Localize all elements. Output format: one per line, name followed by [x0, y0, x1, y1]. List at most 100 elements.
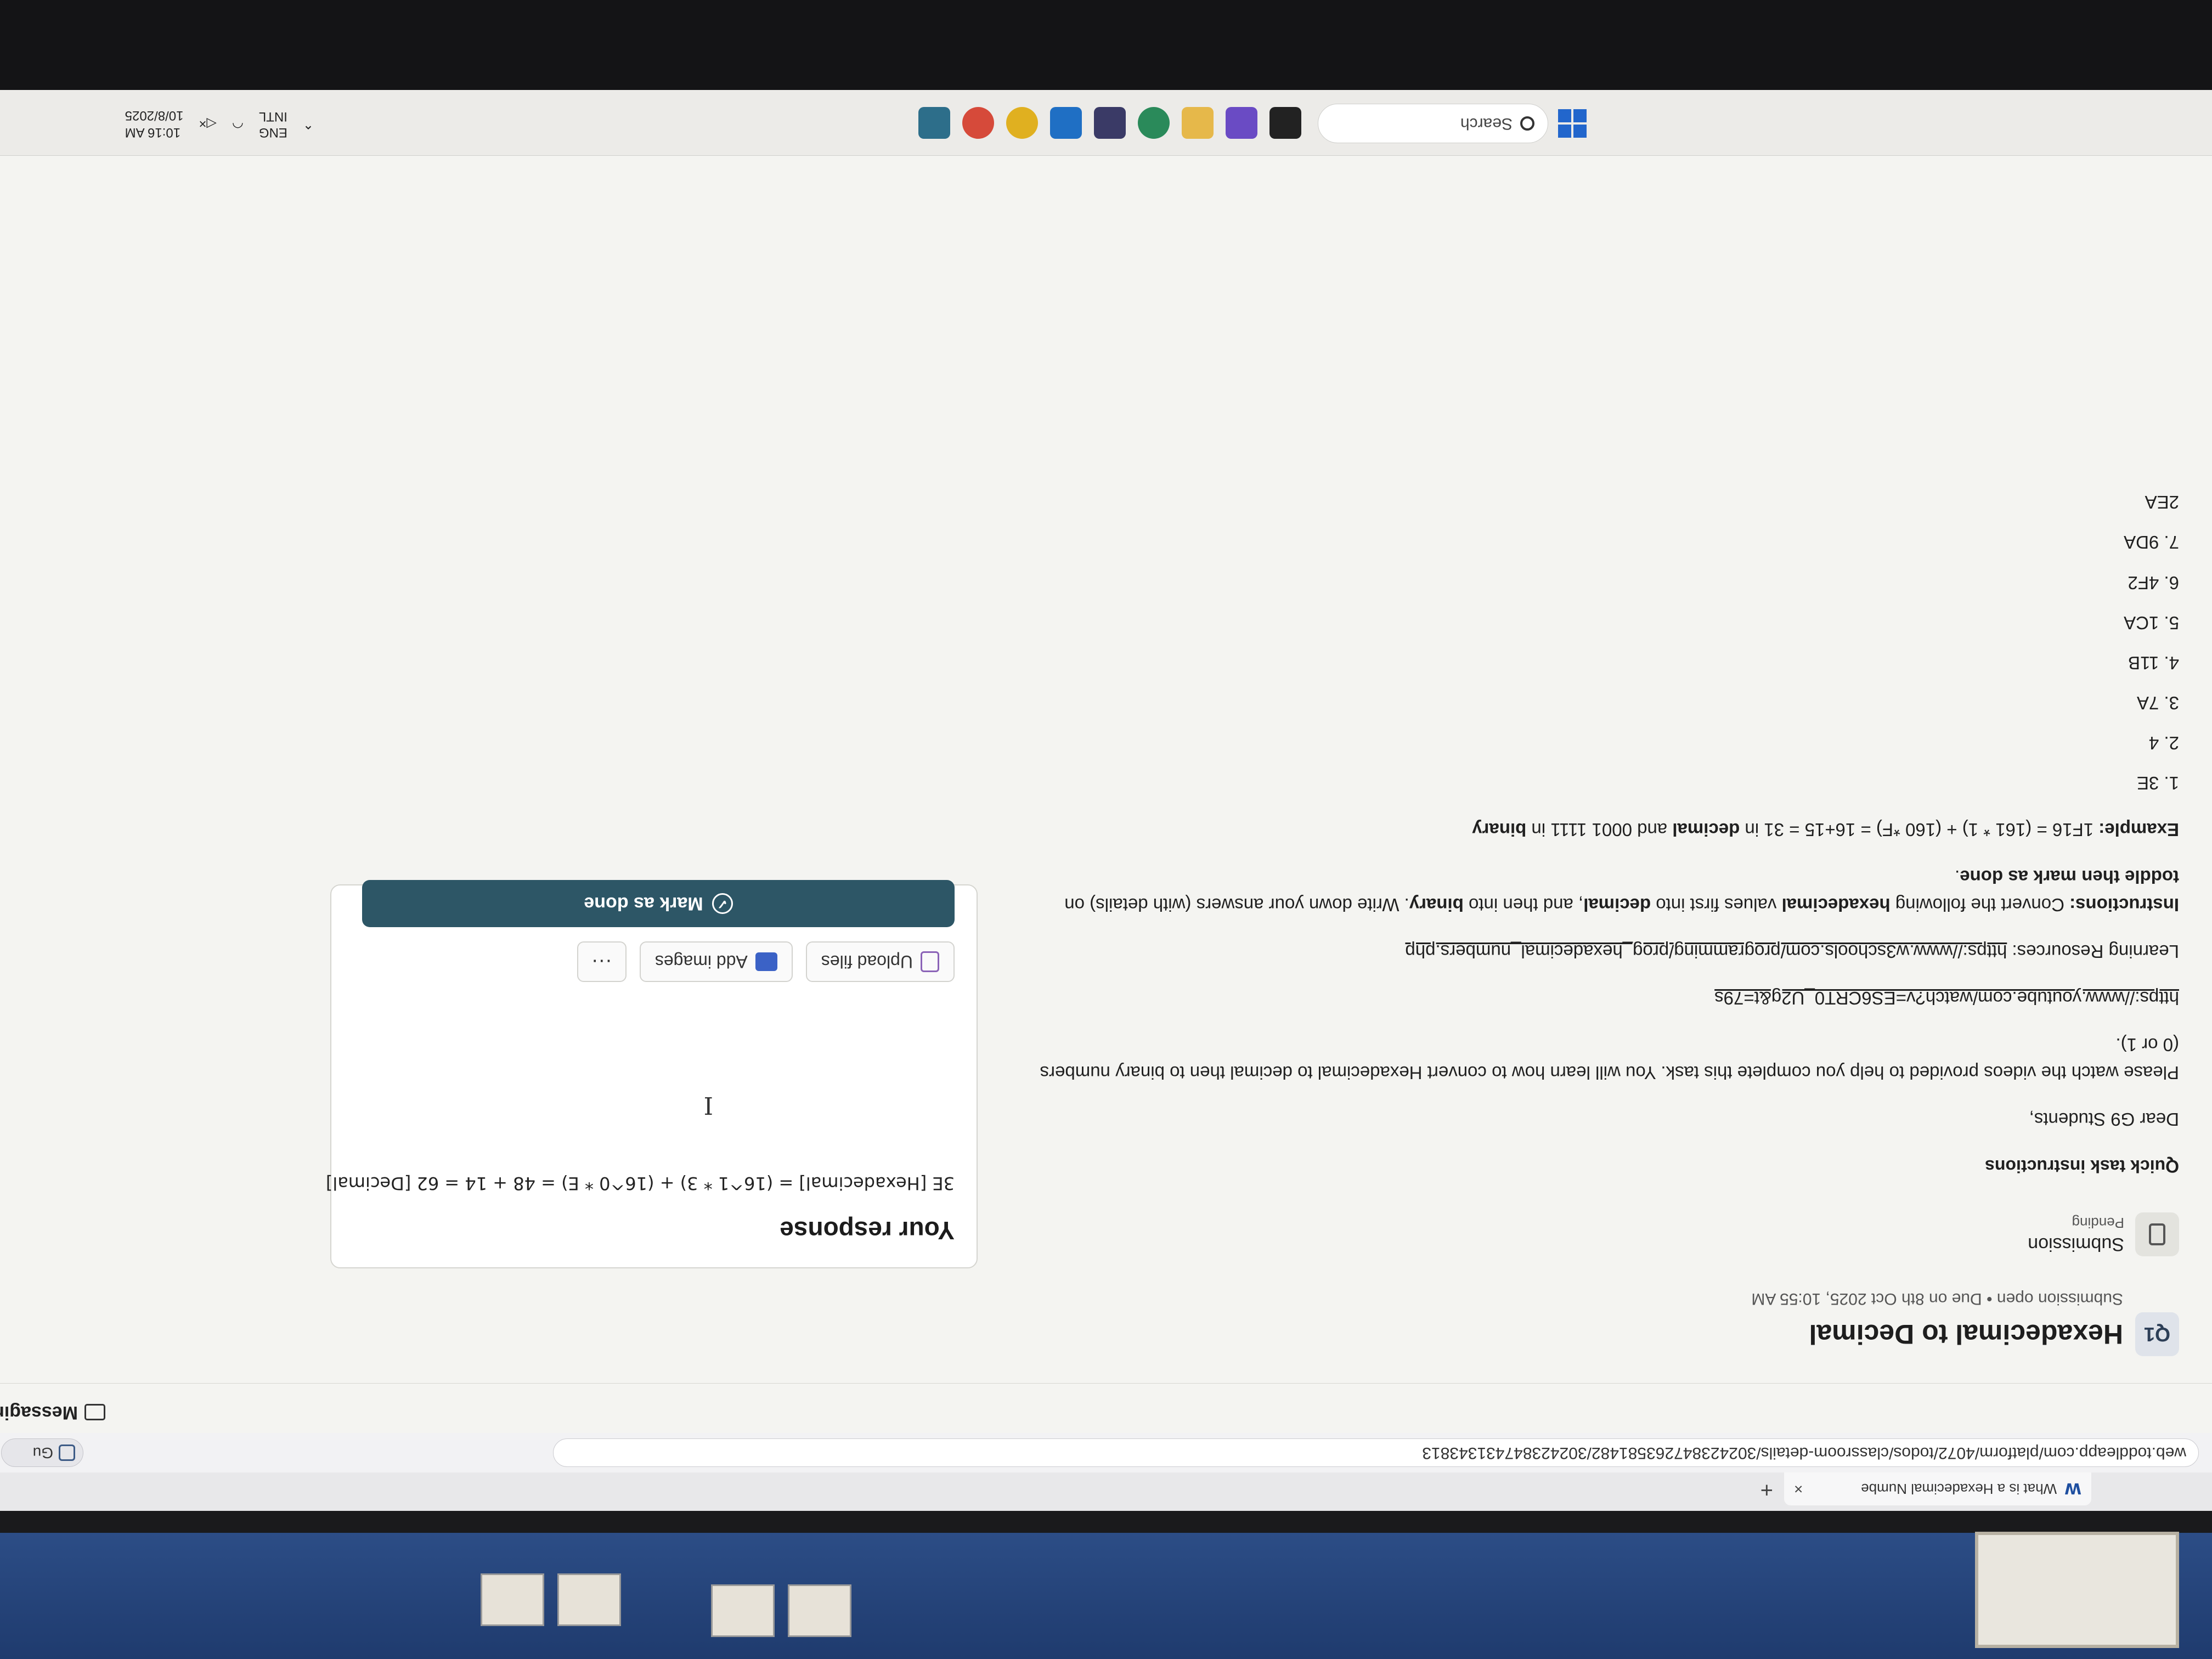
laptop-screen: W What is a Hexadecimal Numbe × + web.to…: [0, 0, 2212, 1659]
response-actions: Upload files Add images ···: [577, 941, 955, 982]
chrome-profile-icon[interactable]: [962, 107, 994, 139]
instructions-text: . Write down your answers (with details)…: [1064, 894, 1409, 915]
question-badge: Q1: [2135, 1312, 2179, 1356]
example-text: and 0001 1111 in: [1531, 820, 1668, 840]
paragraph-videos: Please watch the videos provided to help…: [1040, 1035, 2179, 1084]
task-title: Hexadecimal to Decimal: [1809, 1319, 2124, 1350]
text-cursor-icon: I: [703, 1091, 713, 1119]
instructions-paragraph: Instructions: Convert the following hexa…: [1027, 862, 2179, 918]
list-item: 1. 3E: [2136, 773, 2179, 794]
instructions-text: , and then into: [1469, 894, 1584, 915]
volume-icon[interactable]: ◁×: [199, 116, 216, 132]
browser-tab[interactable]: W What is a Hexadecimal Numbe ×: [1784, 1472, 2091, 1505]
page-content: Messaging Q1 Hexadecimal to Decimal Subm…: [0, 90, 2212, 1433]
date-label: 10/8/2025: [125, 108, 184, 123]
video-link[interactable]: https://www.youtube.com/watch?v=ES6CRT0_…: [1714, 988, 2179, 1008]
tab-title: What is a Hexadecimal Numbe: [1861, 1481, 2057, 1498]
windows-taskbar: Search ⌃ ENG INTL ◠ ◁× 10:16 AM 10/8/202…: [0, 89, 2212, 156]
calculator-icon[interactable]: [918, 107, 950, 139]
list-item: 2. 4: [2148, 733, 2179, 754]
wifi-icon[interactable]: ◠: [232, 116, 244, 132]
instructions-label: Instructions:: [2069, 894, 2179, 915]
laptop-bezel: [0, 0, 2212, 90]
search-icon: [1520, 116, 1534, 131]
message-icon: [84, 1404, 105, 1421]
file-explorer-icon[interactable]: [1182, 107, 1214, 139]
instructions-bold: binary: [1409, 894, 1464, 915]
clock[interactable]: 10:16 AM 10/8/2025: [125, 107, 184, 141]
example-bold: binary: [1472, 820, 1527, 840]
task-instructions: Quick task instructions Dear G9 Students…: [1027, 488, 2179, 1180]
edge-icon[interactable]: [1138, 107, 1170, 139]
lang-label: ENG: [258, 125, 287, 140]
language-indicator[interactable]: ENG INTL: [259, 108, 287, 140]
instructions-text: .: [1955, 866, 1960, 887]
response-text-area[interactable]: 3E [Hexadecimal] = (16^1 * 3) + (16^0 * …: [326, 1173, 955, 1194]
guest-label: Gu: [32, 1444, 53, 1462]
image-icon: [755, 952, 777, 971]
guest-profile-button[interactable]: Gu: [1, 1438, 83, 1467]
example-text: 1F16 = (161 * 1) + (160 *F) = 16+15 = 31…: [1745, 820, 2094, 840]
photo-background: W What is a Hexadecimal Numbe × + web.to…: [0, 0, 2212, 1659]
url-input[interactable]: web.toddleapp.com/platform/4072/todos/cl…: [553, 1438, 2199, 1467]
address-bar-row: web.toddleapp.com/platform/4072/todos/cl…: [0, 1432, 2212, 1472]
layout-label: INTL: [258, 109, 287, 124]
add-images-button[interactable]: Add images: [639, 941, 793, 982]
response-card: Your response 3E [Hexadecimal] = (16^1 *…: [326, 880, 978, 1268]
upload-icon: [921, 951, 939, 972]
response-title: Your response: [780, 1216, 955, 1245]
submission-status: Pending: [2072, 1215, 2124, 1231]
instructions-heading: Quick task instructions: [1985, 1156, 2179, 1176]
instructions-bold: decimal: [1583, 894, 1651, 915]
board-card: [557, 1573, 621, 1626]
task-header: Q1 Hexadecimal to Decimal: [1027, 1312, 2179, 1356]
board-card: [481, 1573, 544, 1626]
messaging-button[interactable]: Messaging: [0, 1402, 105, 1423]
classroom-board: [0, 1532, 2212, 1659]
board-card: [711, 1584, 775, 1637]
list-item: 7. 9DA: [2124, 532, 2179, 553]
list-item: 4. 11B: [2128, 652, 2179, 673]
list-item: 3. 7A: [2136, 693, 2179, 713]
resources-link[interactable]: https://www.w3schools.com/programming/pr…: [1405, 941, 2007, 962]
images-label: Add images: [654, 952, 748, 972]
instructions-bold: toddle then mark as done: [1960, 866, 2179, 887]
task-details: Q1 Hexadecimal to Decimal Submission ope…: [1027, 476, 2179, 1356]
mark-as-done-button[interactable]: ✓ Mark as done: [362, 880, 955, 927]
chrome-icon[interactable]: [1006, 107, 1038, 139]
hex-values-list: 1. 3E 2. 4 3. 7A 4. 11B 5. 1CA 6. 4F2 7.…: [1027, 488, 2179, 797]
wikipedia-favicon-icon: W: [2064, 1480, 2081, 1498]
upload-files-button[interactable]: Upload files: [805, 941, 955, 982]
submission-status-block: Submission Pending: [1027, 1212, 2179, 1256]
windows-start-icon[interactable]: [1558, 109, 1587, 138]
page-header: Messaging: [0, 1383, 2212, 1433]
done-label: Mark as done: [584, 893, 703, 915]
task-view-icon[interactable]: [1269, 107, 1301, 139]
chevron-up-icon[interactable]: ⌃: [303, 116, 314, 132]
instructions-bold: hexadecimal: [1781, 894, 1891, 915]
resources-label: Learning Resources:: [2012, 941, 2179, 962]
close-tab-icon[interactable]: ×: [1794, 1480, 1803, 1498]
learning-resources: Learning Resources: https://www.w3school…: [1027, 938, 2179, 966]
teams-icon[interactable]: [1226, 107, 1257, 139]
new-tab-button[interactable]: +: [1760, 1477, 1773, 1502]
outlook-icon[interactable]: [1050, 107, 1082, 139]
instructions-text: Convert the following: [1895, 894, 2064, 915]
store-icon[interactable]: [1094, 107, 1126, 139]
room-background: [0, 1511, 2212, 1659]
document-icon: [2135, 1212, 2179, 1256]
messaging-label: Messaging: [0, 1402, 78, 1423]
taskbar-search[interactable]: Search: [1318, 104, 1548, 143]
check-circle-icon: ✓: [712, 893, 733, 914]
greeting: Dear G9 Students,: [2029, 1109, 2179, 1130]
more-options-button[interactable]: ···: [577, 941, 627, 982]
example-label: Example:: [2098, 820, 2179, 840]
system-tray: ⌃ ENG INTL ◠ ◁× 10:16 AM 10/8/2025: [125, 107, 314, 141]
instructions-text: values first into: [1656, 894, 1777, 915]
browser-tab-bar: W What is a Hexadecimal Numbe × +: [0, 1472, 2212, 1511]
list-item: 2EA: [2145, 492, 2179, 513]
board-certificate: [1975, 1532, 2179, 1648]
example-bold: decimal: [1672, 820, 1740, 840]
profile-icon: [59, 1444, 75, 1461]
list-item: 6. 4F2: [2128, 572, 2179, 593]
